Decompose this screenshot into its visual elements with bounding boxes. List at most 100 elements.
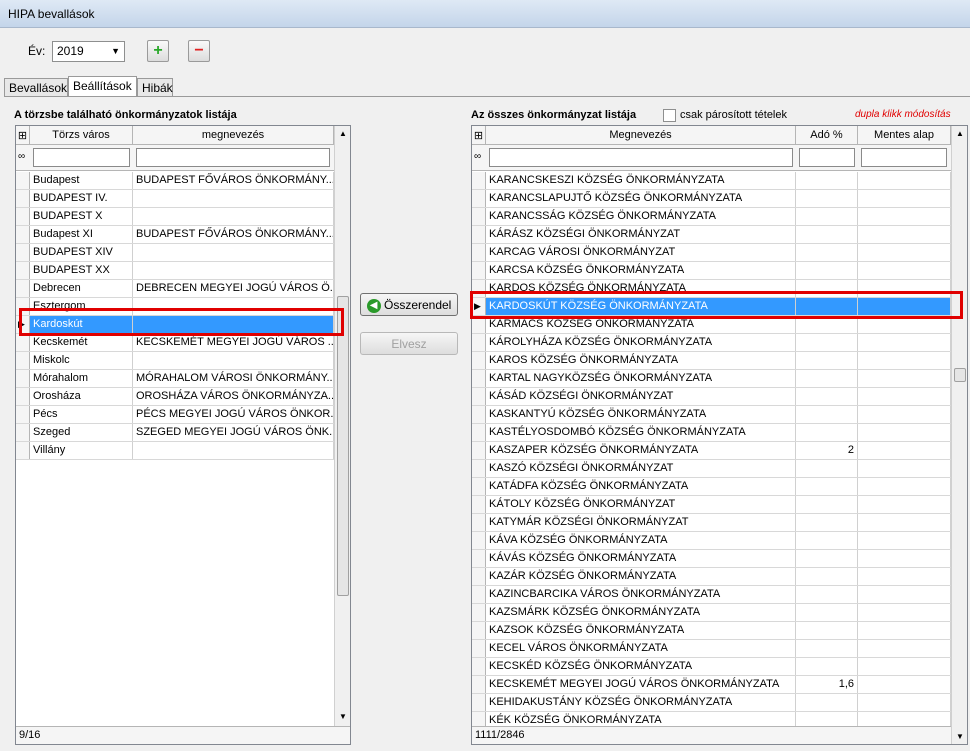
left-grid[interactable]: ⊞ Törzs város megnevezés ∞ Budapest BUDAP…: [15, 125, 351, 745]
table-row[interactable]: KARANCSLAPUJTŐ KÖZSÉG ÖNKORMÁNYZATA: [472, 190, 951, 208]
column-header-megnevezes[interactable]: Megnevezés: [486, 126, 796, 144]
table-row[interactable]: Budapest BUDAPEST FŐVÁROS ÖNKORMÁNY...: [16, 172, 334, 190]
column-chooser-icon[interactable]: ⊞: [472, 126, 486, 144]
row-indicator: [472, 388, 486, 405]
table-row[interactable]: KAROS KÖZSÉG ÖNKORMÁNYZATA: [472, 352, 951, 370]
cell-exempt: [858, 676, 951, 693]
cell-exempt: [858, 226, 951, 243]
cell-name: BUDAPEST FŐVÁROS ÖNKORMÁNY...: [133, 172, 334, 189]
table-row[interactable]: Orosháza OROSHÁZA VÁROS ÖNKORMÁNYZA...: [16, 388, 334, 406]
cell-tax: [796, 370, 858, 387]
scroll-thumb[interactable]: [337, 296, 349, 596]
add-year-button[interactable]: +: [147, 40, 169, 62]
left-list-heading: A törzsbe található önkormányzatok listá…: [14, 109, 237, 121]
filter-megnevezes-input[interactable]: [489, 148, 793, 167]
table-row[interactable]: Pécs PÉCS MEGYEI JOGÚ VÁROS ÖNKOR...: [16, 406, 334, 424]
table-row[interactable]: BUDAPEST IV.: [16, 190, 334, 208]
table-row[interactable]: KAZSOK KÖZSÉG ÖNKORMÁNYZATA: [472, 622, 951, 640]
table-row[interactable]: KÁRÁSZ KÖZSÉGI ÖNKORMÁNYZAT: [472, 226, 951, 244]
table-row[interactable]: Budapest XI BUDAPEST FŐVÁROS ÖNKORMÁNY...: [16, 226, 334, 244]
table-row[interactable]: KATÁDFA KÖZSÉG ÖNKORMÁNYZATA: [472, 478, 951, 496]
table-row[interactable]: KAZÁR KÖZSÉG ÖNKORMÁNYZATA: [472, 568, 951, 586]
column-chooser-icon[interactable]: ⊞: [16, 126, 30, 144]
table-row[interactable]: KEHIDAKUSTÁNY KÖZSÉG ÖNKORMÁNYZATA: [472, 694, 951, 712]
table-row[interactable]: Mórahalom MÓRAHALOM VÁROSI ÖNKORMÁNY...: [16, 370, 334, 388]
cell-tax: [796, 244, 858, 261]
paired-only-checkbox[interactable]: [663, 109, 676, 122]
table-row[interactable]: KÁSÁD KÖZSÉGI ÖNKORMÁNYZAT: [472, 388, 951, 406]
remove-button[interactable]: Elvesz: [360, 332, 458, 355]
row-indicator: [16, 334, 30, 351]
scroll-up-icon[interactable]: ▲: [339, 129, 347, 138]
table-row[interactable]: KASKANTYÚ KÖZSÉG ÖNKORMÁNYZATA: [472, 406, 951, 424]
tab-beallitasok[interactable]: Beállítások: [68, 76, 137, 97]
table-row[interactable]: KECSKÉD KÖZSÉG ÖNKORMÁNYZATA: [472, 658, 951, 676]
table-row[interactable]: BUDAPEST X: [16, 208, 334, 226]
cell-exempt: [858, 568, 951, 585]
table-row[interactable]: Debrecen DEBRECEN MEGYEI JOGÚ VÁROS Ö...: [16, 280, 334, 298]
table-row[interactable]: KÁVA KÖZSÉG ÖNKORMÁNYZATA: [472, 532, 951, 550]
scroll-up-icon[interactable]: ▲: [956, 129, 964, 138]
assign-button-label: Összerendel: [383, 298, 452, 312]
cell-name: [133, 244, 334, 261]
table-row[interactable]: KARCAG VÁROSI ÖNKORMÁNYZAT: [472, 244, 951, 262]
table-row[interactable]: KAZSMÁRK KÖZSÉG ÖNKORMÁNYZATA: [472, 604, 951, 622]
column-header-city[interactable]: Törzs város: [30, 126, 133, 144]
left-scrollbar[interactable]: ▲ ▼: [334, 126, 350, 726]
table-row[interactable]: KECSKEMÉT MEGYEI JOGÚ VÁROS ÖNKORMÁNYZAT…: [472, 676, 951, 694]
scroll-down-icon[interactable]: ▼: [956, 732, 964, 741]
row-indicator: [472, 244, 486, 261]
column-header-exempt[interactable]: Mentes alap: [858, 126, 951, 144]
tab-bevallasok[interactable]: Bevallások: [4, 78, 68, 96]
table-row[interactable]: KAZINCBARCIKA VÁROS ÖNKORMÁNYZATA: [472, 586, 951, 604]
cell-city: Villány: [30, 442, 133, 459]
cell-exempt: [858, 514, 951, 531]
table-row[interactable]: Miskolc: [16, 352, 334, 370]
table-row[interactable]: KASZÓ KÖZSÉGI ÖNKORMÁNYZAT: [472, 460, 951, 478]
cell-megnevezes: KATÁDFA KÖZSÉG ÖNKORMÁNYZATA: [486, 478, 796, 495]
cell-megnevezes: KASZAPER KÖZSÉG ÖNKORMÁNYZATA: [486, 442, 796, 459]
column-header-name[interactable]: megnevezés: [133, 126, 334, 144]
table-row[interactable]: KATYMÁR KÖZSÉGI ÖNKORMÁNYZAT: [472, 514, 951, 532]
table-row[interactable]: Villány: [16, 442, 334, 460]
cell-megnevezes: KARANCSKESZI KÖZSÉG ÖNKORMÁNYZATA: [486, 172, 796, 189]
filter-name-input[interactable]: [136, 148, 330, 167]
row-indicator: [16, 280, 30, 297]
table-row[interactable]: KARTAL NAGYKÖZSÉG ÖNKORMÁNYZATA: [472, 370, 951, 388]
tab-hibak[interactable]: Hibák: [137, 78, 173, 96]
right-grid[interactable]: ⊞ Megnevezés Adó % Mentes alap ∞ KARANCS…: [471, 125, 968, 745]
filter-tax-input[interactable]: [799, 148, 855, 167]
table-row[interactable]: KASZAPER KÖZSÉG ÖNKORMÁNYZATA 2: [472, 442, 951, 460]
row-indicator: [16, 190, 30, 207]
table-row[interactable]: KÁVÁS KÖZSÉG ÖNKORMÁNYZATA: [472, 550, 951, 568]
scroll-thumb[interactable]: [954, 368, 966, 382]
filter-exempt-input[interactable]: [861, 148, 947, 167]
year-select[interactable]: 2019 ▼: [52, 41, 125, 62]
right-selection-highlight: [470, 291, 963, 319]
cell-name: [133, 262, 334, 279]
table-row[interactable]: KARANCSKESZI KÖZSÉG ÖNKORMÁNYZATA: [472, 172, 951, 190]
table-row[interactable]: KASTÉLYOSDOMBÓ KÖZSÉG ÖNKORMÁNYZATA: [472, 424, 951, 442]
table-row[interactable]: KÁROLYHÁZA KÖZSÉG ÖNKORMÁNYZATA: [472, 334, 951, 352]
row-indicator: [472, 550, 486, 567]
row-indicator: [472, 226, 486, 243]
table-row[interactable]: BUDAPEST XIV: [16, 244, 334, 262]
double-click-hint: dupla klikk módosítás: [855, 109, 951, 120]
column-header-tax[interactable]: Adó %: [796, 126, 858, 144]
table-row[interactable]: KECEL VÁROS ÖNKORMÁNYZATA: [472, 640, 951, 658]
table-row[interactable]: KÁTOLY KÖZSÉG ÖNKORMÁNYZAT: [472, 496, 951, 514]
table-row[interactable]: BUDAPEST XX: [16, 262, 334, 280]
window-titlebar: HIPA bevallások: [0, 0, 970, 28]
assign-button[interactable]: ◀ Összerendel: [360, 293, 458, 316]
filter-city-input[interactable]: [33, 148, 130, 167]
scroll-down-icon[interactable]: ▼: [339, 712, 347, 721]
right-scrollbar[interactable]: ▲ ▼: [951, 126, 967, 744]
table-row[interactable]: Szeged SZEGED MEGYEI JOGÚ VÁROS ÖNK...: [16, 424, 334, 442]
remove-year-button[interactable]: −: [188, 40, 210, 62]
cell-name: OROSHÁZA VÁROS ÖNKORMÁNYZA...: [133, 388, 334, 405]
table-row[interactable]: KARANCSSÁG KÖZSÉG ÖNKORMÁNYZATA: [472, 208, 951, 226]
table-row[interactable]: KARCSA KÖZSÉG ÖNKORMÁNYZATA: [472, 262, 951, 280]
cell-exempt: [858, 244, 951, 261]
table-row[interactable]: Kecskemét KECSKEMÉT MEGYEI JOGÚ VÁROS ...: [16, 334, 334, 352]
row-indicator: [472, 442, 486, 459]
